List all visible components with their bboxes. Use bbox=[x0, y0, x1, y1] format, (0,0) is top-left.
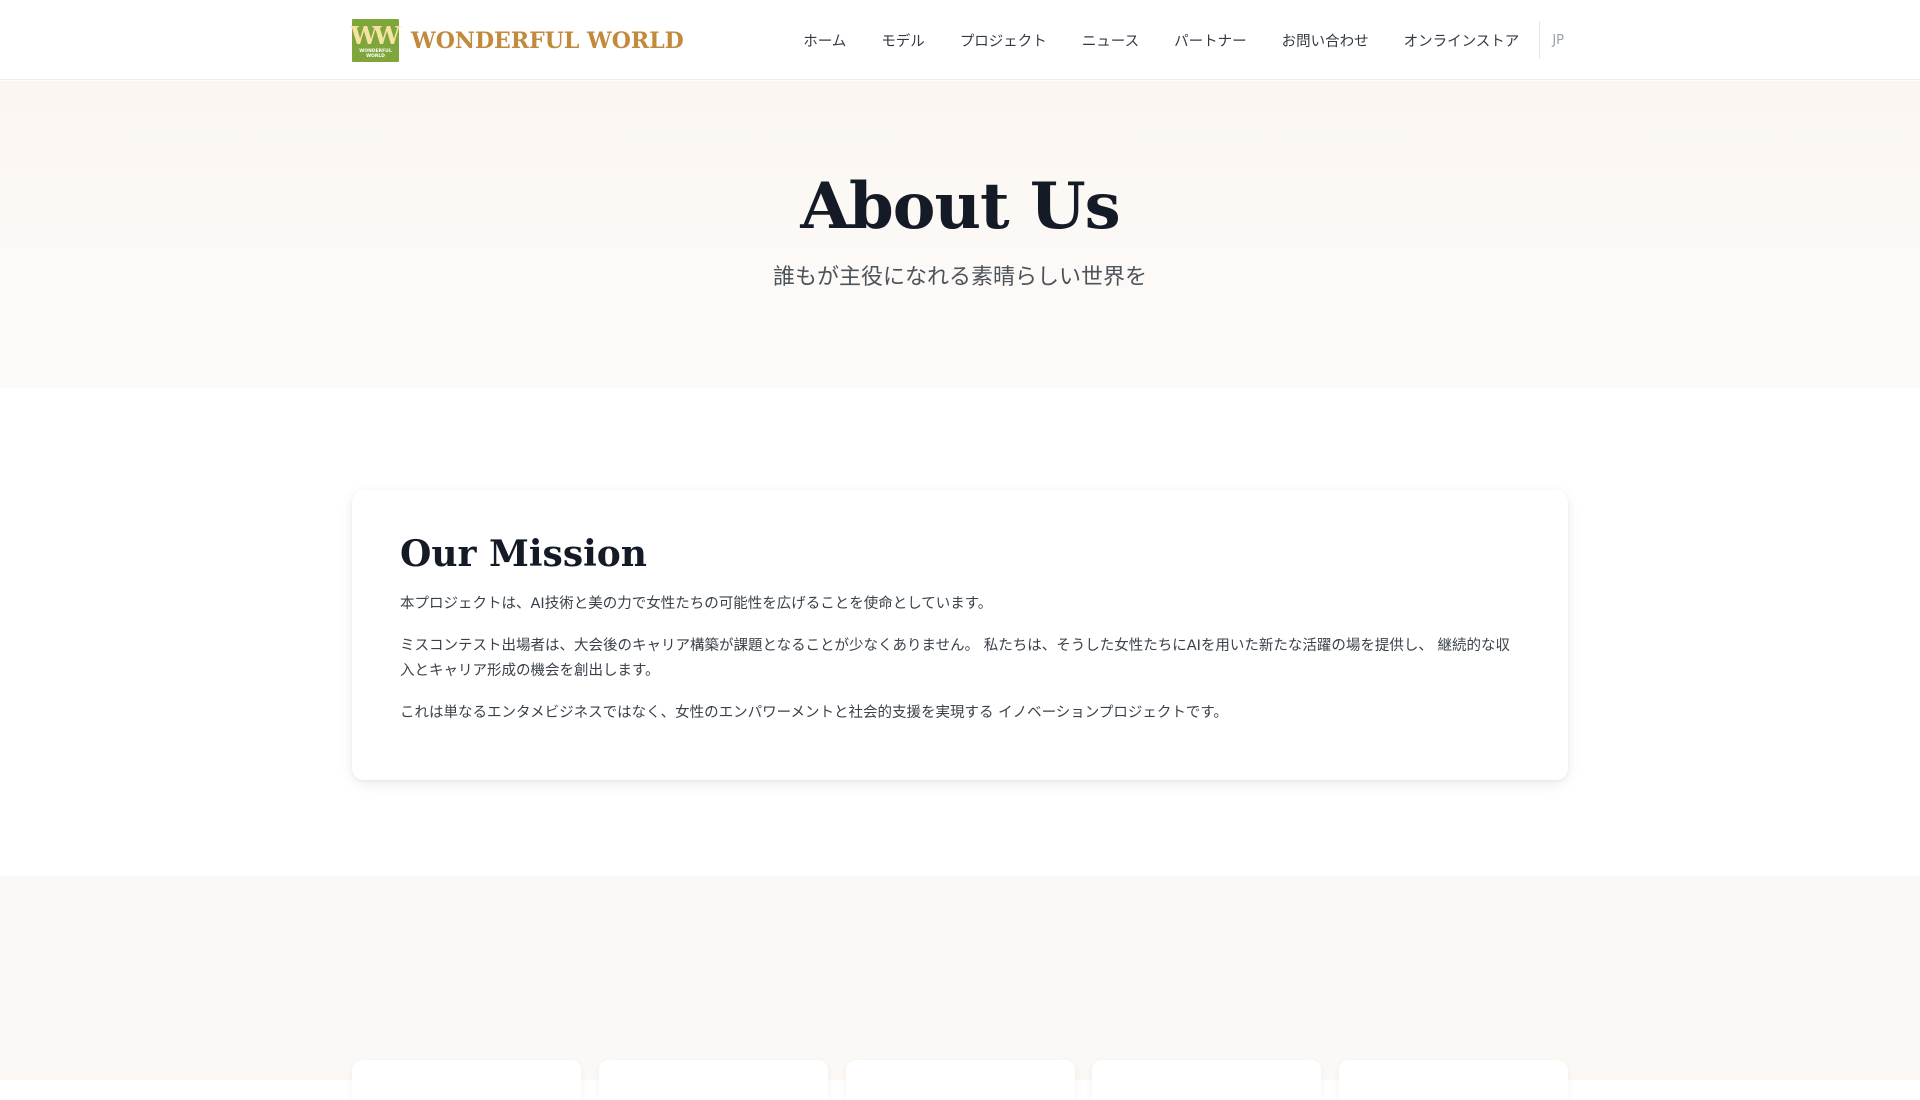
nav-item-models[interactable]: モデル bbox=[881, 30, 925, 51]
mission-paragraph: これは単なるエンタメビジネスではなく、女性のエンパワーメントと社会的支援を実現す… bbox=[400, 705, 1228, 721]
logo-mark-caption: WONDERFUL WORLD bbox=[359, 48, 392, 59]
page-title: About Us bbox=[800, 169, 1120, 244]
mission-title: Our Mission bbox=[400, 533, 647, 575]
feature-card bbox=[352, 1060, 581, 1100]
logo-emblem-icon: WW WONDERFUL WORLD bbox=[350, 19, 401, 62]
feature-card bbox=[845, 1060, 1075, 1100]
nav-item-home[interactable]: ホーム bbox=[803, 30, 846, 51]
mission-paragraph: 本プロジェクトは、AI技術と美の力で女性たちの可能性を広げることを使命としていま… bbox=[400, 596, 993, 612]
nav-item-partners[interactable]: パートナー bbox=[1174, 30, 1247, 51]
logo-wordmark: WONDERFUL WORLD bbox=[411, 27, 684, 54]
nav-divider bbox=[1539, 21, 1541, 59]
main-nav: ホーム モデル プロジェクト ニュース パートナー お問い合わせ オンラインスト… bbox=[803, 0, 1564, 80]
language-switcher[interactable]: JP bbox=[1552, 33, 1564, 48]
nav-item-online-store[interactable]: オンラインストア bbox=[1404, 30, 1520, 51]
feature-card bbox=[1092, 1060, 1322, 1100]
nav-item-news[interactable]: ニュース bbox=[1082, 30, 1139, 51]
mission-paragraph: ミスコンテスト出場者は、大会後のキャリア構築が課題となることが少なくありません。… bbox=[400, 638, 1511, 679]
feature-card-row bbox=[352, 1060, 1568, 1100]
page-subtitle: 誰もが主役になれる素晴らしい世界を bbox=[772, 265, 1147, 290]
feature-card bbox=[598, 1060, 828, 1100]
logo-mark-letters: WW bbox=[350, 20, 401, 50]
nav-item-projects[interactable]: プロジェクト bbox=[960, 30, 1047, 51]
mission-section: Our Mission 本プロジェクトは、AI技術と美の力で女性たちの可能性を広… bbox=[0, 388, 1920, 876]
site-logo[interactable]: WW WONDERFUL WORLD WONDERFUL WORLD bbox=[350, 19, 684, 62]
site-header: WW WONDERFUL WORLD WONDERFUL WORLD ホーム モ… bbox=[0, 0, 1920, 80]
features-section bbox=[0, 876, 1920, 1100]
nav-item-contact[interactable]: お問い合わせ bbox=[1282, 30, 1369, 51]
hero-section: About Us 誰もが主役になれる素晴らしい世界を bbox=[0, 81, 1920, 388]
mission-card: Our Mission 本プロジェクトは、AI技術と美の力で女性たちの可能性を広… bbox=[352, 490, 1568, 780]
feature-card bbox=[1339, 1060, 1568, 1100]
